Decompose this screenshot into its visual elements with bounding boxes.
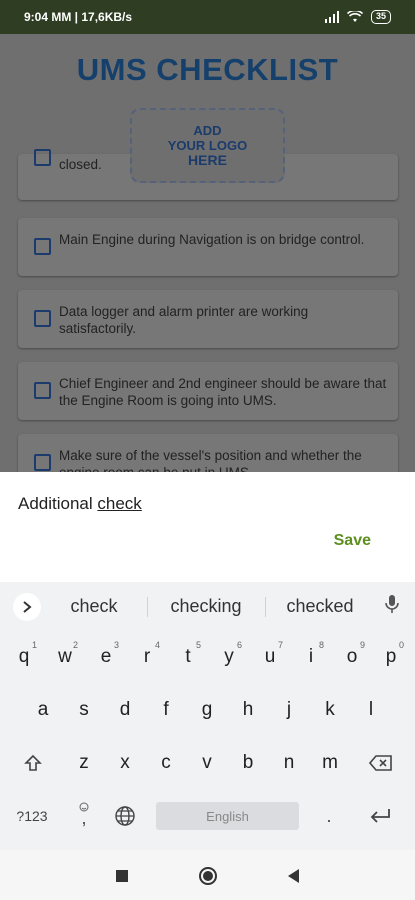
key-s[interactable]: s [65,689,103,731]
checklist-item-text: Make sure of the vessel's position and w… [59,448,362,472]
backspace-icon[interactable] [362,742,400,784]
space-bar[interactable]: English [156,802,299,830]
period-key[interactable]: . [310,795,348,837]
microphone-icon[interactable] [385,594,399,619]
checkbox[interactable] [34,454,51,471]
input-prefix-text: Additional [18,494,98,513]
suggestion-2[interactable]: checking [151,596,261,617]
back-triangle-icon[interactable] [282,866,306,886]
logo-line-2: YOUR LOGO [167,138,248,153]
suggestion-3[interactable]: checked [265,596,375,617]
key-m[interactable]: m [311,742,349,784]
key-b[interactable]: b [229,742,267,784]
shift-icon[interactable] [14,742,52,784]
suggestion-divider [147,597,148,617]
key-j[interactable]: j [270,689,308,731]
checklist-screen: UMS CHECKLIST closed. ADD YOUR LOGO HERE… [0,34,415,472]
additional-check-input[interactable]: Additional check [18,494,142,514]
save-button[interactable]: Save [334,532,371,550]
status-bar: 9:04 MM | 17,6KB/s 35 [0,0,415,34]
status-time-speed: 9:04 MM | 17,6KB/s [24,10,133,24]
battery-icon: 35 [370,10,391,24]
key-h[interactable]: h [229,689,267,731]
checklist-item[interactable]: Main Engine during Navigation is on brid… [18,218,398,276]
key-q[interactable]: q1 [5,636,43,678]
key-w[interactable]: w2 [46,636,84,678]
checklist-item[interactable]: Make sure of the vessel's position and w… [18,434,398,472]
key-k[interactable]: k [311,689,349,731]
globe-icon[interactable] [106,795,144,837]
wifi-icon [346,11,363,22]
key-c[interactable]: c [147,742,185,784]
key-t[interactable]: t5 [169,636,207,678]
key-x[interactable]: x [106,742,144,784]
logo-line-1: ADD [193,123,222,138]
checkbox[interactable] [34,310,51,327]
checkbox[interactable] [34,149,51,166]
key-e[interactable]: e3 [87,636,125,678]
suggestion-1[interactable]: check [39,596,149,617]
symbols-key[interactable]: ?123 [13,795,51,837]
key-z[interactable]: z [65,742,103,784]
system-nav-bar [0,850,415,900]
checklist-item[interactable]: Chief Engineer and 2nd engineer should b… [18,362,398,420]
signal-icon [324,11,339,23]
page-title: UMS CHECKLIST [76,52,339,87]
checklist-item-text: Main Engine during Navigation is on brid… [59,232,365,247]
key-u[interactable]: u7 [251,636,289,678]
input-composing-word: check [97,494,142,513]
key-v[interactable]: v [188,742,226,784]
checklist-item-text: Chief Engineer and 2nd engineer should b… [59,376,387,408]
checklist-item-text: Data logger and alarm printer are workin… [59,304,309,336]
key-y[interactable]: y6 [210,636,248,678]
circle-icon[interactable] [196,866,220,886]
key-i[interactable]: i8 [292,636,330,678]
checkbox[interactable] [34,382,51,399]
key-l[interactable]: l [352,689,390,731]
checkbox[interactable] [34,238,51,255]
key-o[interactable]: o9 [333,636,371,678]
key-g[interactable]: g [188,689,226,731]
key-r[interactable]: r4 [128,636,166,678]
key-a[interactable]: a [24,689,62,731]
logo-line-3: HERE [188,152,227,168]
square-icon[interactable] [110,866,134,886]
checklist-item[interactable]: Data logger and alarm printer are workin… [18,290,398,348]
key-f[interactable]: f [147,689,185,731]
key-n[interactable]: n [270,742,308,784]
comma-key[interactable]: , [65,795,103,837]
key-p[interactable]: p0 [372,636,410,678]
add-logo-placeholder[interactable]: ADD YOUR LOGO HERE [130,108,285,183]
enter-icon[interactable] [362,795,400,837]
chevron-right-icon[interactable] [13,593,41,621]
add-item-sheet: Additional check Save [0,472,415,582]
soft-keyboard: check checking checked q1 w2 e3 r4 t5 y6… [0,582,415,850]
key-d[interactable]: d [106,689,144,731]
